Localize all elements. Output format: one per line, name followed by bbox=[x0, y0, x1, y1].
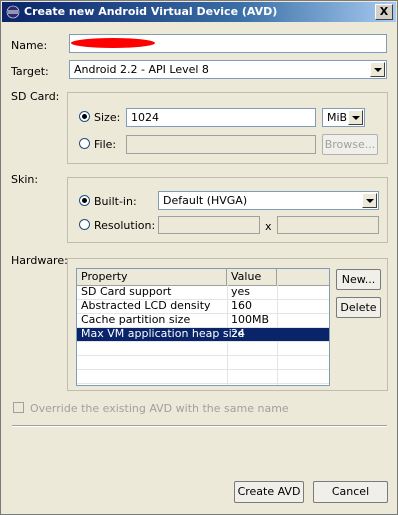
builtin-radio[interactable] bbox=[79, 195, 90, 206]
file-label: File: bbox=[94, 138, 117, 151]
table-row[interactable]: Abstracted LCD density 160 bbox=[77, 300, 329, 314]
empty-row bbox=[77, 342, 329, 356]
unit-value: MiB bbox=[327, 111, 348, 124]
new-property-button[interactable]: New... bbox=[336, 269, 381, 290]
create-avd-button[interactable]: Create AVD bbox=[234, 481, 304, 503]
property-cell: Abstracted LCD density bbox=[81, 299, 211, 312]
delete-property-button[interactable]: Delete bbox=[336, 297, 381, 318]
file-radio[interactable] bbox=[79, 138, 90, 149]
close-button[interactable]: X bbox=[375, 4, 393, 20]
value-cell: 100MB bbox=[231, 313, 270, 326]
table-row[interactable]: SD Card support yes bbox=[77, 286, 329, 300]
target-select[interactable]: Android 2.2 - API Level 8 bbox=[69, 60, 387, 79]
chevron-down-icon[interactable] bbox=[362, 193, 377, 208]
cancel-button[interactable]: Cancel bbox=[313, 481, 388, 503]
avd-dialog: Create new Android Virtual Device (AVD) … bbox=[0, 0, 398, 515]
size-radio[interactable] bbox=[79, 111, 90, 122]
size-label: Size: bbox=[94, 111, 121, 124]
skin-select[interactable]: Default (HVGA) bbox=[158, 191, 379, 210]
title-bar: Create new Android Virtual Device (AVD) … bbox=[2, 2, 396, 22]
chevron-down-icon[interactable] bbox=[370, 62, 385, 77]
skin-value: Default (HVGA) bbox=[163, 194, 248, 207]
column-header-value[interactable]: Value bbox=[227, 269, 277, 285]
browse-button[interactable]: Browse... bbox=[322, 134, 378, 155]
separator bbox=[12, 425, 387, 427]
resolution-width-input[interactable] bbox=[158, 216, 260, 234]
browse-label: Browse... bbox=[324, 138, 376, 151]
name-label: Name: bbox=[11, 39, 48, 52]
table-header: Property Value bbox=[77, 269, 329, 286]
empty-row bbox=[77, 356, 329, 370]
resolution-height-input[interactable] bbox=[277, 216, 379, 234]
table-row-selected[interactable]: Max VM application heap size 24 bbox=[77, 328, 329, 342]
column-header-empty bbox=[277, 269, 329, 285]
empty-row bbox=[77, 370, 329, 384]
skin-label: Skin: bbox=[11, 173, 39, 186]
table-row[interactable]: Cache partition size 100MB bbox=[77, 314, 329, 328]
value-cell: 160 bbox=[231, 299, 252, 312]
resolution-radio[interactable] bbox=[79, 219, 90, 230]
delete-label: Delete bbox=[340, 301, 377, 314]
size-input[interactable]: 1024 bbox=[126, 108, 316, 127]
cancel-label: Cancel bbox=[331, 485, 370, 498]
value-cell: yes bbox=[231, 285, 251, 298]
resolution-x-label: x bbox=[265, 220, 272, 233]
property-cell: Max VM application heap size bbox=[81, 327, 245, 340]
target-value: Android 2.2 - API Level 8 bbox=[74, 63, 209, 76]
builtin-label: Built-in: bbox=[94, 195, 137, 208]
override-label: Override the existing AVD with the same … bbox=[30, 402, 289, 415]
close-icon: X bbox=[379, 5, 389, 18]
property-cell: Cache partition size bbox=[81, 313, 191, 326]
hardware-label: Hardware: bbox=[11, 254, 68, 267]
name-input[interactable] bbox=[69, 34, 387, 53]
sdcard-label: SD Card: bbox=[11, 90, 60, 103]
target-label: Target: bbox=[11, 65, 49, 78]
window-title: Create new Android Virtual Device (AVD) bbox=[24, 5, 278, 18]
override-checkbox[interactable] bbox=[13, 402, 24, 413]
eclipse-icon bbox=[6, 5, 20, 19]
file-input[interactable] bbox=[126, 135, 316, 154]
resolution-label: Resolution: bbox=[94, 219, 156, 232]
new-label: New... bbox=[341, 273, 376, 286]
create-label: Create AVD bbox=[237, 485, 301, 498]
property-cell: SD Card support bbox=[81, 285, 172, 298]
unit-select[interactable]: MiB bbox=[322, 108, 365, 127]
size-value: 1024 bbox=[131, 111, 159, 124]
column-header-property[interactable]: Property bbox=[77, 269, 227, 285]
value-cell: 24 bbox=[231, 327, 245, 340]
redaction-scribble bbox=[71, 38, 155, 48]
chevron-down-icon[interactable] bbox=[348, 110, 363, 125]
hardware-table[interactable]: Property Value SD Card support yes Abstr… bbox=[76, 268, 330, 386]
